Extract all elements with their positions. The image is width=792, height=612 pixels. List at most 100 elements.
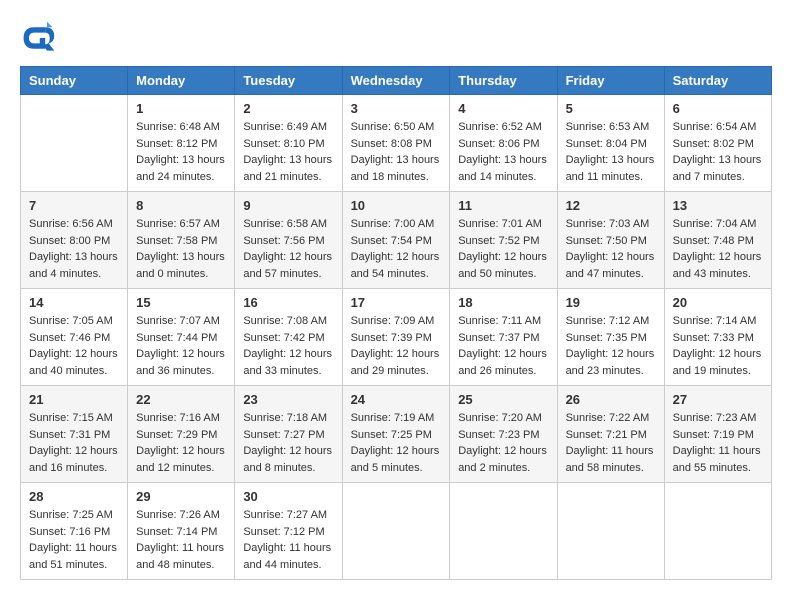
calendar-cell: 23 Sunrise: 7:18 AM Sunset: 7:27 PM Dayli… [235, 386, 342, 483]
day-info: Sunrise: 7:27 AM Sunset: 7:12 PM Dayligh… [243, 507, 333, 573]
calendar-cell: 12 Sunrise: 7:03 AM Sunset: 7:50 PM Dayli… [557, 192, 664, 289]
day-info: Sunrise: 6:49 AM Sunset: 8:10 PM Dayligh… [243, 119, 333, 185]
calendar-cell [450, 483, 557, 580]
day-number: 14 [29, 295, 119, 310]
day-info: Sunrise: 7:22 AM Sunset: 7:21 PM Dayligh… [566, 410, 656, 476]
day-info: Sunrise: 7:23 AM Sunset: 7:19 PM Dayligh… [673, 410, 763, 476]
header [20, 20, 772, 56]
day-info: Sunrise: 7:19 AM Sunset: 7:25 PM Dayligh… [351, 410, 442, 476]
day-number: 7 [29, 198, 119, 213]
calendar-cell: 20Sunrise: 7:14 AM Sunset: 7:33 PM Dayli… [664, 289, 771, 386]
day-number: 22 [136, 392, 226, 407]
day-info: Sunrise: 7:00 AM Sunset: 7:54 PM Dayligh… [351, 216, 442, 282]
calendar-cell: 10 Sunrise: 7:00 AM Sunset: 7:54 PM Dayli… [342, 192, 450, 289]
calendar-cell: 17 Sunrise: 7:09 AM Sunset: 7:39 PM Dayli… [342, 289, 450, 386]
day-info: Sunrise: 7:11 AM Sunset: 7:37 PM Dayligh… [458, 313, 548, 379]
calendar-header-tuesday: Tuesday [235, 67, 342, 95]
calendar-cell: 25Sunrise: 7:20 AM Sunset: 7:23 PM Dayli… [450, 386, 557, 483]
day-info: Sunrise: 7:18 AM Sunset: 7:27 PM Dayligh… [243, 410, 333, 476]
day-number: 29 [136, 489, 226, 504]
calendar-cell: 1 Sunrise: 6:48 AM Sunset: 8:12 PM Daylig… [128, 95, 235, 192]
calendar-week-row: 1 Sunrise: 6:48 AM Sunset: 8:12 PM Daylig… [21, 95, 772, 192]
calendar-cell [342, 483, 450, 580]
day-number: 15 [136, 295, 226, 310]
day-number: 20 [673, 295, 763, 310]
day-number: 6 [673, 101, 763, 116]
day-info: Sunrise: 7:03 AM Sunset: 7:50 PM Dayligh… [566, 216, 656, 282]
day-number: 4 [458, 101, 548, 116]
calendar-cell: 21Sunrise: 7:15 AM Sunset: 7:31 PM Dayli… [21, 386, 128, 483]
day-info: Sunrise: 7:16 AM Sunset: 7:29 PM Dayligh… [136, 410, 226, 476]
day-number: 30 [243, 489, 333, 504]
day-info: Sunrise: 6:57 AM Sunset: 7:58 PM Dayligh… [136, 216, 226, 282]
day-number: 23 [243, 392, 333, 407]
day-info: Sunrise: 6:54 AM Sunset: 8:02 PM Dayligh… [673, 119, 763, 185]
day-info: Sunrise: 6:58 AM Sunset: 7:56 PM Dayligh… [243, 216, 333, 282]
day-info: Sunrise: 7:08 AM Sunset: 7:42 PM Dayligh… [243, 313, 333, 379]
calendar-cell [21, 95, 128, 192]
calendar-cell: 13Sunrise: 7:04 AM Sunset: 7:48 PM Dayli… [664, 192, 771, 289]
calendar-header-monday: Monday [128, 67, 235, 95]
day-number: 12 [566, 198, 656, 213]
day-info: Sunrise: 7:26 AM Sunset: 7:14 PM Dayligh… [136, 507, 226, 573]
calendar-cell: 6 Sunrise: 6:54 AM Sunset: 8:02 PM Daylig… [664, 95, 771, 192]
logo [20, 20, 60, 56]
day-info: Sunrise: 7:09 AM Sunset: 7:39 PM Dayligh… [351, 313, 442, 379]
calendar-cell: 26 Sunrise: 7:22 AM Sunset: 7:21 PM Dayli… [557, 386, 664, 483]
day-number: 28 [29, 489, 119, 504]
day-number: 25 [458, 392, 548, 407]
day-number: 24 [351, 392, 442, 407]
calendar-header-sunday: Sunday [21, 67, 128, 95]
calendar-cell: 16 Sunrise: 7:08 AM Sunset: 7:42 PM Dayli… [235, 289, 342, 386]
day-number: 1 [136, 101, 226, 116]
calendar-week-row: 14 Sunrise: 7:05 AM Sunset: 7:46 PM Dayli… [21, 289, 772, 386]
calendar-week-row: 7 Sunrise: 6:56 AM Sunset: 8:00 PM Daylig… [21, 192, 772, 289]
day-number: 21 [29, 392, 119, 407]
calendar-header-saturday: Saturday [664, 67, 771, 95]
calendar-cell: 27Sunrise: 7:23 AM Sunset: 7:19 PM Dayli… [664, 386, 771, 483]
day-number: 16 [243, 295, 333, 310]
day-info: Sunrise: 6:52 AM Sunset: 8:06 PM Dayligh… [458, 119, 548, 185]
calendar-cell: 24 Sunrise: 7:19 AM Sunset: 7:25 PM Dayli… [342, 386, 450, 483]
calendar-cell: 29 Sunrise: 7:26 AM Sunset: 7:14 PM Dayli… [128, 483, 235, 580]
calendar-cell: 2 Sunrise: 6:49 AM Sunset: 8:10 PM Daylig… [235, 95, 342, 192]
generalblue-logo-icon [20, 20, 56, 56]
calendar-cell: 15 Sunrise: 7:07 AM Sunset: 7:44 PM Dayli… [128, 289, 235, 386]
day-info: Sunrise: 6:56 AM Sunset: 8:00 PM Dayligh… [29, 216, 119, 282]
day-info: Sunrise: 7:12 AM Sunset: 7:35 PM Dayligh… [566, 313, 656, 379]
calendar-cell [664, 483, 771, 580]
day-info: Sunrise: 7:25 AM Sunset: 7:16 PM Dayligh… [29, 507, 119, 573]
day-info: Sunrise: 6:53 AM Sunset: 8:04 PM Dayligh… [566, 119, 656, 185]
calendar-header-friday: Friday [557, 67, 664, 95]
calendar-cell: 30 Sunrise: 7:27 AM Sunset: 7:12 PM Dayli… [235, 483, 342, 580]
calendar-cell: 9 Sunrise: 6:58 AM Sunset: 7:56 PM Daylig… [235, 192, 342, 289]
day-info: Sunrise: 7:01 AM Sunset: 7:52 PM Dayligh… [458, 216, 548, 282]
calendar-cell: 7 Sunrise: 6:56 AM Sunset: 8:00 PM Daylig… [21, 192, 128, 289]
calendar-cell: 19 Sunrise: 7:12 AM Sunset: 7:35 PM Dayli… [557, 289, 664, 386]
day-number: 2 [243, 101, 333, 116]
calendar-cell [557, 483, 664, 580]
day-number: 10 [351, 198, 442, 213]
calendar-cell: 22 Sunrise: 7:16 AM Sunset: 7:29 PM Dayli… [128, 386, 235, 483]
calendar-week-row: 28 Sunrise: 7:25 AM Sunset: 7:16 PM Dayli… [21, 483, 772, 580]
day-number: 3 [351, 101, 442, 116]
day-info: Sunrise: 7:05 AM Sunset: 7:46 PM Dayligh… [29, 313, 119, 379]
day-number: 26 [566, 392, 656, 407]
calendar-week-row: 21Sunrise: 7:15 AM Sunset: 7:31 PM Dayli… [21, 386, 772, 483]
day-number: 9 [243, 198, 333, 213]
day-number: 19 [566, 295, 656, 310]
calendar-cell: 4 Sunrise: 6:52 AM Sunset: 8:06 PM Daylig… [450, 95, 557, 192]
calendar-cell: 11 Sunrise: 7:01 AM Sunset: 7:52 PM Dayli… [450, 192, 557, 289]
calendar-header-row: SundayMondayTuesdayWednesdayThursdayFrid… [21, 67, 772, 95]
day-info: Sunrise: 7:07 AM Sunset: 7:44 PM Dayligh… [136, 313, 226, 379]
day-info: Sunrise: 6:48 AM Sunset: 8:12 PM Dayligh… [136, 119, 226, 185]
calendar-table: SundayMondayTuesdayWednesdayThursdayFrid… [20, 66, 772, 580]
calendar-header-thursday: Thursday [450, 67, 557, 95]
day-number: 17 [351, 295, 442, 310]
day-number: 8 [136, 198, 226, 213]
day-number: 11 [458, 198, 548, 213]
day-info: Sunrise: 6:50 AM Sunset: 8:08 PM Dayligh… [351, 119, 442, 185]
calendar-cell: 14 Sunrise: 7:05 AM Sunset: 7:46 PM Dayli… [21, 289, 128, 386]
day-info: Sunrise: 7:04 AM Sunset: 7:48 PM Dayligh… [673, 216, 763, 282]
day-number: 5 [566, 101, 656, 116]
